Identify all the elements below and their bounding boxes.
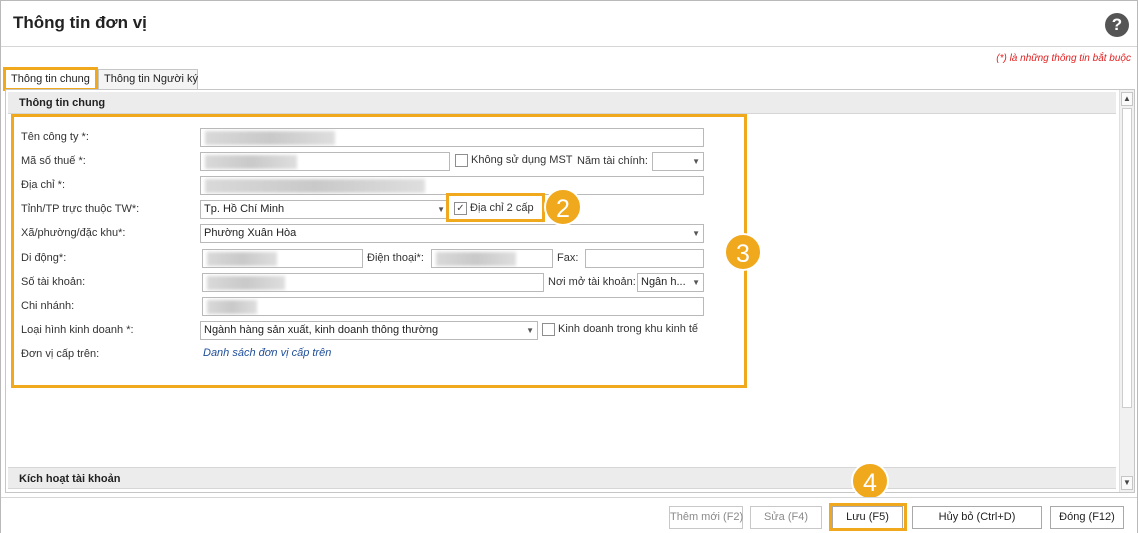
fiscal-year-label: Năm tài chính: [577,155,648,167]
tab-signer-info[interactable]: Thông tin Người ký [98,69,198,89]
ward-label: Xã/phường/đặc khu*: [21,227,126,239]
business-type-select[interactable]: Ngành hàng sản xuất, kinh doanh thông th… [200,321,538,340]
no-tax-code-checkbox[interactable] [455,154,468,167]
economic-zone-label: Kinh doanh trong khu kinh tế [558,323,699,335]
branch-input[interactable] [202,297,704,316]
fax-input[interactable] [585,249,704,268]
save-button[interactable]: Lưu (F5) [832,506,903,529]
cancel-button[interactable]: Hủy bỏ (Ctrl+D) [912,506,1042,529]
step-badge-3: 3 [724,233,762,271]
mobile-input[interactable] [202,249,363,268]
scroll-up-arrow-icon[interactable]: ▲ [1121,92,1133,106]
two-level-address-label: Địa chỉ 2 cấp [470,202,534,214]
account-number-input[interactable] [202,273,544,292]
footer-toolbar: Thêm mới (F2) Sửa (F4) Lưu (F5) Hủy bỏ (… [1,497,1137,533]
parent-unit-link[interactable]: Danh sách đơn vị cấp trên [203,347,331,359]
company-name-label: Tên công ty *: [21,131,89,143]
chevron-down-icon: ▼ [692,278,700,287]
required-fields-note: (*) là những thông tin bắt buộc [996,53,1131,64]
title-bar: Thông tin đơn vị ? [1,1,1137,47]
group-header-activate-account[interactable]: Kích hoạt tài khoản [8,467,1116,489]
bank-value: Ngân h... [641,276,686,288]
account-number-label: Số tài khoản: [21,276,86,288]
add-new-button[interactable]: Thêm mới (F2) [669,506,743,529]
mobile-label: Di động*: [21,252,67,264]
chevron-down-icon: ▼ [526,326,534,335]
tab-general-info[interactable]: Thông tin chung [5,69,97,89]
scroll-down-arrow-icon[interactable]: ▼ [1121,476,1133,490]
group-header-general[interactable]: Thông tin chung [8,92,1116,114]
fax-label: Fax: [557,252,579,264]
chevron-down-icon: ▼ [692,157,700,166]
bank-select[interactable]: Ngân h... ▼ [637,273,704,292]
help-icon[interactable]: ? [1105,13,1129,37]
vertical-scrollbar[interactable]: ▲ ▼ [1119,90,1134,492]
chevron-down-icon: ▼ [692,229,700,238]
phone-label: Điện thoại*: [367,252,424,264]
province-select[interactable]: Tp. Hồ Chí Minh ▼ [200,200,449,219]
ward-value: Phường Xuân Hòa [204,227,297,239]
province-value: Tp. Hồ Chí Minh [204,203,285,215]
economic-zone-checkbox[interactable] [542,323,555,336]
chevron-down-icon: ▼ [437,205,445,214]
parent-unit-label: Đơn vị cấp trên: [21,348,100,360]
address-input[interactable] [200,176,704,195]
address-label: Địa chỉ *: [21,179,66,191]
step-badge-4: 4 [851,462,889,500]
unit-info-window: Thông tin đơn vị ? (*) là những thông ti… [0,0,1138,533]
scrollbar-thumb[interactable] [1122,108,1132,408]
close-button[interactable]: Đóng (F12) [1050,506,1124,529]
no-tax-code-label: Không sử dụng MST [471,154,573,166]
company-name-input[interactable] [200,128,704,147]
tax-code-label: Mã số thuế *: [21,155,86,167]
province-label: Tỉnh/TP trực thuộc TW*: [21,203,140,215]
branch-label: Chi nhánh: [21,300,75,312]
bank-label: Nơi mở tài khoản: [548,276,636,288]
tax-code-input[interactable] [200,152,450,171]
ward-select[interactable]: Phường Xuân Hòa ▼ [200,224,704,243]
edit-button[interactable]: Sửa (F4) [750,506,822,529]
business-type-label: Loại hình kinh doanh *: [21,324,134,336]
page-title: Thông tin đơn vị [13,13,147,32]
form-panel: Thông tin chung Tên công ty *: Mã số thu… [5,89,1135,493]
phone-input[interactable] [431,249,553,268]
business-type-value: Ngành hàng sản xuất, kinh doanh thông th… [204,324,439,336]
fiscal-year-select[interactable]: ▼ [652,152,704,171]
two-level-address-checkbox[interactable]: ✓ [454,202,467,215]
step-badge-2: 2 [544,188,582,226]
